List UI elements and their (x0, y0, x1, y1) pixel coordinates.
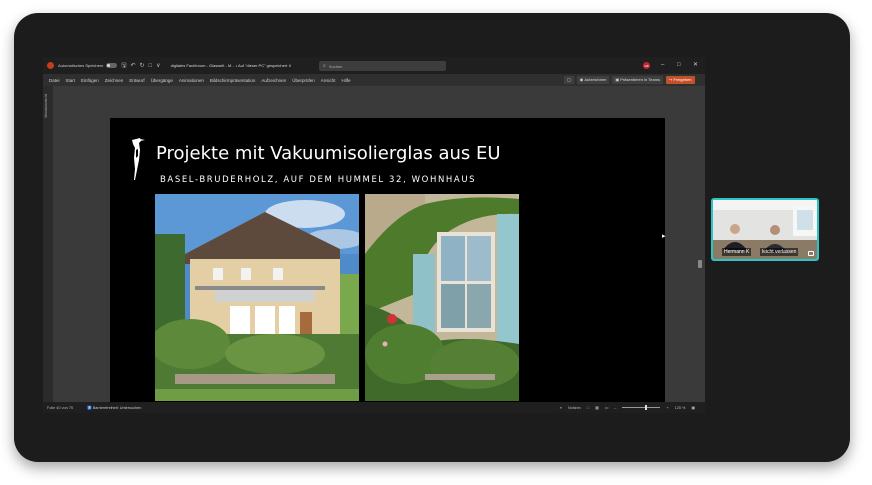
zoom-in-icon[interactable]: + (666, 406, 668, 410)
mouse-cursor-icon: ▸ (662, 233, 666, 240)
record-label: Aufzeichnen (584, 77, 607, 82)
autosave-label: Automatisches Speichern (58, 63, 104, 68)
notes-icon: ≡ (559, 405, 562, 410)
tab-ansicht[interactable]: Ansicht (321, 78, 336, 83)
share-label: Freigeben (673, 77, 692, 82)
slide-title: Projekte mit Vakuumisolierglas aus EU (156, 143, 501, 164)
tab-uebergaenge[interactable]: Übergänge (151, 78, 173, 83)
window-photo (365, 194, 519, 401)
zoom-out-icon[interactable]: – (614, 406, 616, 410)
tab-start[interactable]: Start (66, 78, 76, 83)
present-teams-label: Präsentieren in Teams (620, 77, 661, 82)
save-icon[interactable]: 🖫 (121, 63, 126, 69)
close-icon[interactable]: ✕ (693, 60, 698, 70)
record-button[interactable]: ◉ Aufzeichnen (576, 75, 610, 84)
sorter-view-icon[interactable]: ▦ (595, 405, 599, 410)
undo-icon[interactable]: ↶ (130, 63, 135, 69)
accessibility-status[interactable]: Barrierefreiheit: Untersuchen (93, 406, 142, 410)
document-title[interactable]: digitales Fachforum - Glaswelt - M... • … (171, 63, 292, 68)
search-icon: ⌕ (323, 63, 326, 69)
status-bar: Folie 40 von 75 ♿ Barrierefreiheit: Unte… (43, 402, 705, 413)
participant-name-left: Hermann K (722, 248, 752, 256)
redo-icon[interactable]: ↻ (140, 63, 145, 69)
share-button[interactable]: ↪ Freigeben (666, 75, 695, 84)
powerpoint-logo-icon (47, 62, 54, 69)
search-input[interactable]: ⌕ Suchen (319, 61, 446, 71)
house-photo (155, 194, 359, 401)
avatar[interactable]: GB (643, 62, 650, 69)
tab-bildschirmpraesentation[interactable]: Bildschirmpräsentation (210, 78, 256, 83)
present-icon[interactable]: □ (149, 63, 153, 69)
slide-subtitle: BASEL-BRUDERHOLZ, AUF DEM HUMMEL 32, WOH… (160, 175, 477, 185)
ribbon-actions: ▢ ◉ Aufzeichnen ▣ Präsentieren in Teams … (561, 75, 695, 84)
woodpecker-logo-icon (132, 138, 145, 180)
thumbnail-pane[interactable]: Miniaturansicht (43, 86, 53, 402)
maximize-icon[interactable]: □ (677, 60, 681, 70)
normal-view-icon[interactable]: □ (587, 406, 589, 410)
tab-einfuegen[interactable]: Einfügen (81, 78, 99, 83)
tab-aufzeichnen[interactable]: Aufzeichnen (261, 78, 286, 83)
search-placeholder: Suchen (328, 63, 343, 69)
comments-button[interactable]: ▢ (564, 75, 574, 84)
tab-zeichnen[interactable]: Zeichnen (105, 78, 124, 83)
tab-entwurf[interactable]: Entwurf (129, 78, 144, 83)
scrollbar-thumb[interactable] (698, 260, 702, 268)
more-icon[interactable]: ∨ (156, 63, 160, 69)
reading-view-icon[interactable]: ▭ (605, 405, 609, 410)
fit-slide-icon[interactable]: ▣ (691, 405, 695, 410)
tab-hilfe[interactable]: Hilfe (341, 78, 350, 83)
status-right: ≡ Notizen □ ▦ ▭ – + 125 % ▣ (560, 402, 695, 413)
autosave-toggle[interactable] (106, 63, 118, 68)
tab-datei[interactable]: Datei (49, 78, 60, 83)
slide-canvas[interactable]: Projekte mit Vakuumisolierglas aus EU BA… (110, 118, 665, 413)
tab-ueberpruefen[interactable]: Überprüfen (292, 78, 315, 83)
vertical-scrollbar[interactable] (698, 90, 702, 390)
zoom-slider[interactable] (622, 405, 661, 410)
present-teams-button[interactable]: ▣ Präsentieren in Teams (612, 75, 664, 84)
caption-icon[interactable] (808, 251, 814, 256)
powerpoint-window: Automatisches Speichern 🖫 ↶ ↻ □ ∨ digita… (43, 57, 705, 413)
zoom-level[interactable]: 125 % (675, 406, 686, 410)
slide-counter: Folie 40 von 75 (47, 405, 73, 410)
thumbnail-pane-label: Miniaturansicht (44, 94, 48, 118)
tab-animationen[interactable]: Animationen (179, 78, 204, 83)
video-tile[interactable]: Hermann K leicht verlassen (711, 198, 819, 261)
zoom-knob[interactable] (645, 405, 648, 410)
slide-editor: Projekte mit Vakuumisolierglas aus EU BA… (53, 86, 705, 413)
minimize-icon[interactable]: – (661, 60, 664, 70)
notes-button[interactable]: Notizen (568, 406, 581, 410)
participant-name-right: leicht verlassen (760, 248, 799, 256)
